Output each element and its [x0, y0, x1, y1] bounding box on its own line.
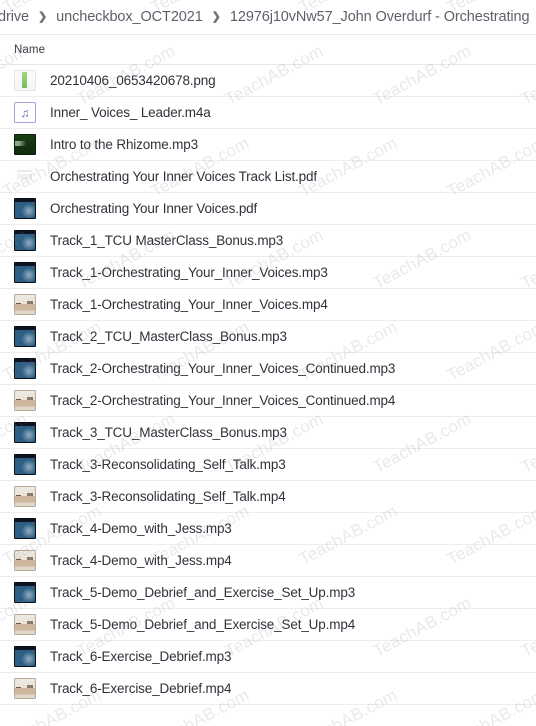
file-name-label[interactable]: Track_2_TCU_MasterClass_Bonus.mp3: [50, 329, 287, 344]
file-row[interactable]: Track_4-Demo_with_Jess.mp3: [0, 513, 536, 545]
file-row[interactable]: Track_5-Demo_Debrief_and_Exercise_Set_Up…: [0, 577, 536, 609]
file-row[interactable]: Inner_ Voices_ Leader.m4a: [0, 97, 536, 129]
breadcrumb-item-2[interactable]: 12976j10vNw57_John Overdurf - Orchestrat…: [230, 9, 530, 25]
file-name-label[interactable]: Intro to the Rhizome.mp3: [50, 137, 198, 152]
file-row[interactable]: Track_1_TCU MasterClass_Bonus.mp3: [0, 225, 536, 257]
video-thumbnail-icon: [14, 614, 36, 635]
breadcrumb-separator-icon: ❯: [211, 10, 221, 23]
album-art-blue-icon: [14, 646, 36, 667]
file-name-label[interactable]: Orchestrating Your Inner Voices.pdf: [50, 201, 257, 216]
file-row[interactable]: Track_3-Reconsolidating_Self_Talk.mp3: [0, 449, 536, 481]
file-row[interactable]: Track_1-Orchestrating_Your_Inner_Voices.…: [0, 257, 536, 289]
file-name-label[interactable]: Track_4-Demo_with_Jess.mp4: [50, 553, 232, 568]
file-row[interactable]: 20210406_0653420678.png: [0, 65, 536, 97]
video-thumbnail-icon: [14, 678, 36, 699]
breadcrumb: drive ❯ uncheckbox_OCT2021 ❯ 12976j10vNw57_J…: [0, 0, 536, 34]
file-name-label[interactable]: Orchestrating Your Inner Voices Track Li…: [50, 169, 317, 184]
file-name-label[interactable]: Track_3-Reconsolidating_Self_Talk.mp3: [50, 457, 286, 472]
file-row[interactable]: Orchestrating Your Inner Voices.pdf: [0, 193, 536, 225]
file-name-label[interactable]: Track_4-Demo_with_Jess.mp3: [50, 521, 232, 536]
file-row[interactable]: Track_4-Demo_with_Jess.mp4: [0, 545, 536, 577]
file-name-label[interactable]: Track_5-Demo_Debrief_and_Exercise_Set_Up…: [50, 617, 355, 632]
file-row[interactable]: Track_6-Exercise_Debrief.mp4: [0, 673, 536, 705]
file-row[interactable]: Intro to the Rhizome.mp3: [0, 129, 536, 161]
album-art-blue-icon: [14, 326, 36, 347]
file-name-label[interactable]: Track_6-Exercise_Debrief.mp3: [50, 649, 231, 664]
breadcrumb-separator-icon: ❯: [37, 10, 48, 23]
album-art-blue-icon: [14, 518, 36, 539]
video-thumbnail-icon: [14, 294, 36, 315]
file-row[interactable]: Track_3_TCU_MasterClass_Bonus.mp3: [0, 417, 536, 449]
file-row[interactable]: Track_3-Reconsolidating_Self_Talk.mp4: [0, 481, 536, 513]
file-list: 20210406_0653420678.png Inner_ Voices_ Le…: [0, 65, 536, 705]
column-header-name[interactable]: Name: [0, 44, 45, 56]
file-row[interactable]: Track_2_TCU_MasterClass_Bonus.mp3: [0, 321, 536, 353]
file-row[interactable]: Track_2-Orchestrating_Your_Inner_Voices_…: [0, 385, 536, 417]
album-art-green-icon: [14, 134, 36, 155]
album-art-blue-icon: [14, 582, 36, 603]
file-row[interactable]: Track_1-Orchestrating_Your_Inner_Voices.…: [0, 289, 536, 321]
column-header-row: Name: [0, 34, 536, 65]
album-art-blue-icon: [14, 422, 36, 443]
png-thumbnail-icon: [14, 70, 36, 91]
file-name-label[interactable]: Track_6-Exercise_Debrief.mp4: [50, 681, 231, 696]
music-note-icon: [14, 102, 36, 123]
album-art-blue-icon: [14, 454, 36, 475]
pdf-preview-faint-icon: [14, 166, 36, 187]
video-thumbnail-icon: [14, 390, 36, 411]
file-name-label[interactable]: Inner_ Voices_ Leader.m4a: [50, 105, 211, 120]
file-name-label[interactable]: Track_5-Demo_Debrief_and_Exercise_Set_Up…: [50, 585, 355, 600]
pdf-preview-blue-icon: [14, 198, 36, 219]
file-row[interactable]: Orchestrating Your Inner Voices Track Li…: [0, 161, 536, 193]
file-name-label[interactable]: Track_3_TCU_MasterClass_Bonus.mp3: [50, 425, 287, 440]
album-art-blue-icon: [14, 230, 36, 251]
file-name-label[interactable]: Track_3-Reconsolidating_Self_Talk.mp4: [50, 489, 286, 504]
album-art-blue-icon: [14, 358, 36, 379]
file-row[interactable]: Track_2-Orchestrating_Your_Inner_Voices_…: [0, 353, 536, 385]
album-art-blue-icon: [14, 262, 36, 283]
file-row[interactable]: Track_5-Demo_Debrief_and_Exercise_Set_Up…: [0, 609, 536, 641]
file-name-label[interactable]: Track_1-Orchestrating_Your_Inner_Voices.…: [50, 265, 328, 280]
breadcrumb-item-0[interactable]: drive: [0, 9, 29, 25]
file-row[interactable]: Track_6-Exercise_Debrief.mp3: [0, 641, 536, 673]
video-thumbnail-icon: [14, 486, 36, 507]
file-name-label[interactable]: Track_1_TCU MasterClass_Bonus.mp3: [50, 233, 283, 248]
file-name-label[interactable]: Track_2-Orchestrating_Your_Inner_Voices_…: [50, 361, 395, 376]
file-name-label[interactable]: Track_2-Orchestrating_Your_Inner_Voices_…: [50, 393, 395, 408]
video-thumbnail-icon: [14, 550, 36, 571]
file-name-label[interactable]: 20210406_0653420678.png: [50, 73, 215, 88]
file-name-label[interactable]: Track_1-Orchestrating_Your_Inner_Voices.…: [50, 297, 328, 312]
breadcrumb-item-1[interactable]: uncheckbox_OCT2021: [56, 9, 203, 25]
